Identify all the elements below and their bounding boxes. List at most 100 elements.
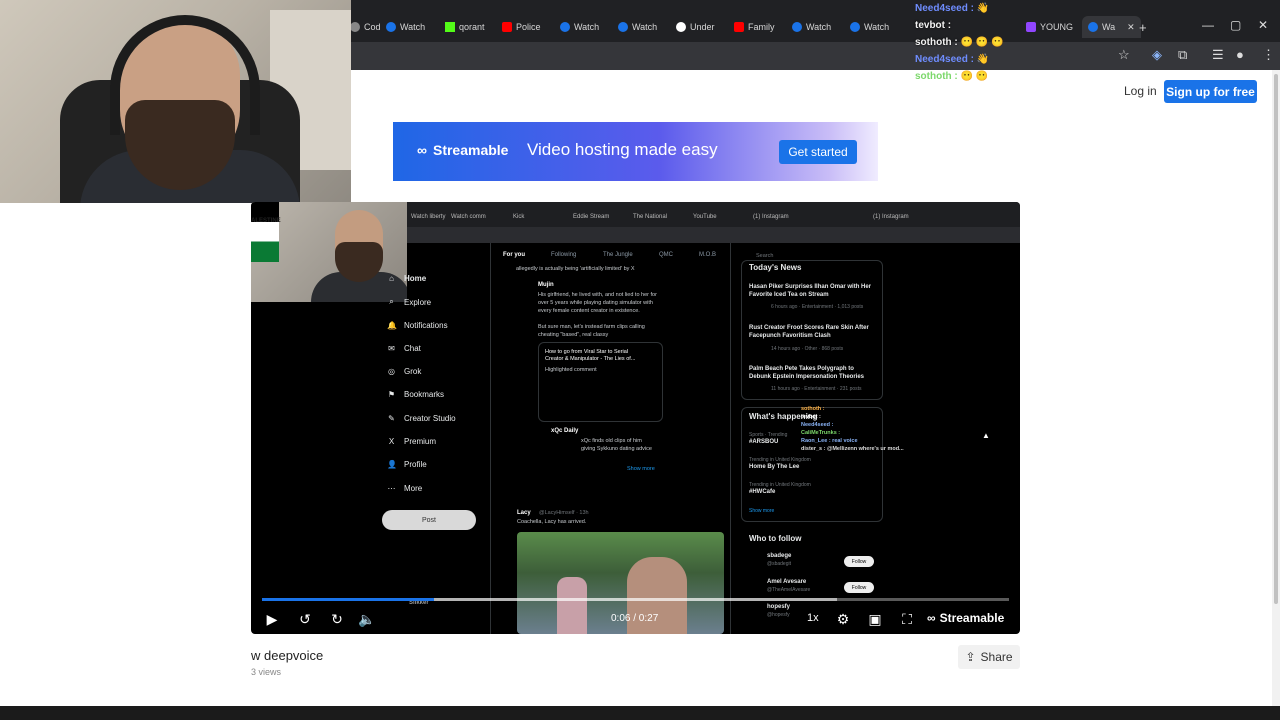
picture-in-picture-icon[interactable]: ▣ [865, 610, 885, 628]
chat-username: Need4seed : [915, 3, 974, 14]
tweet-text: xQc finds old clips of him [581, 438, 642, 444]
extension-icon[interactable]: ◈ [1152, 47, 1162, 63]
tab-close-icon[interactable]: ✕ [1127, 22, 1135, 33]
news-meta: 6 hours ago · Entertainment · 1,013 post… [771, 304, 864, 310]
tab-favicon [676, 22, 686, 32]
tab-label: Wa [1102, 22, 1116, 32]
share-button[interactable]: ⇪ Share [958, 645, 1020, 669]
news-heading: Today's News [749, 263, 802, 272]
tab-favicon [502, 22, 512, 32]
promo-banner[interactable]: ∞ Streamable Video hosting made easy Get … [393, 122, 878, 181]
x-nav-item: ⚑ Bookmarks [387, 390, 444, 399]
video-chat-line: Need4seed : [801, 422, 834, 428]
progress-buffered [433, 598, 838, 601]
quote-title: How to go from Viral Star to Serial [545, 349, 629, 355]
x-nav-label: Explore [404, 297, 432, 307]
suggested-user: hopesfy [767, 604, 791, 610]
browser-tab[interactable]: Watch [850, 16, 889, 38]
browser-tab[interactable]: Family [734, 16, 775, 38]
extensions-puzzle-icon[interactable]: ⧉ [1178, 47, 1187, 63]
reading-list-icon[interactable]: ☰ [1212, 47, 1224, 63]
page-scrollbar[interactable] [1272, 70, 1280, 706]
trend-meta: Trending in United Kingdom [749, 482, 811, 488]
browser-tab[interactable]: Watch [618, 16, 657, 38]
login-link[interactable]: Log in [1124, 84, 1157, 98]
browser-tab[interactable]: Police [502, 16, 541, 38]
news-title: Rust Creator Froot Scores Rare Skin Afte… [749, 325, 869, 331]
volume-icon[interactable]: 🔈 [357, 610, 377, 628]
video-chat-line: CaliMeTrunks : [801, 430, 841, 436]
x-nav-item: ◎ Grok [387, 367, 421, 376]
tweet-media-person [557, 577, 587, 634]
window-maximize-button[interactable]: ▢ [1230, 18, 1241, 32]
tweet-author: Mujin [538, 282, 554, 288]
streamable-logo: ∞ Streamable [417, 142, 508, 158]
browser-tab[interactable]: qorant [445, 16, 485, 38]
bookmark-icon: ⚑ [387, 390, 396, 399]
video-progress-bar[interactable] [262, 598, 1009, 601]
forward-icon[interactable]: ↻ [327, 610, 347, 628]
browser-menu-icon[interactable]: ⋮ [1262, 47, 1275, 63]
browser-tab-active[interactable]: Wa ✕ [1082, 16, 1141, 38]
bookmark-star-icon[interactable]: ☆ [1118, 47, 1130, 63]
x-nav-label: Grok [404, 367, 422, 376]
get-started-button[interactable]: Get started [779, 140, 857, 164]
tab-label: Watch [632, 22, 658, 32]
x-feed-tab: QMC [659, 252, 673, 258]
chat-emote: 👋 [976, 3, 990, 14]
video-tab-label: Watch liberty [411, 214, 446, 220]
window-close-button[interactable]: ✕ [1258, 18, 1268, 32]
tab-favicon [350, 22, 360, 32]
x-nav-label: Notifications [404, 321, 448, 330]
browser-tab[interactable]: Watch [560, 16, 599, 38]
quoted-tweet: How to go from Viral Star to Serial Crea… [538, 342, 663, 422]
browser-tab[interactable]: Under [676, 16, 715, 38]
browser-tab[interactable]: Watch [386, 16, 425, 38]
x-nav-item: X Premium [387, 437, 436, 446]
streamable-logo-icon: ∞ [927, 611, 936, 625]
taskbar [0, 706, 1280, 720]
tweet-text: Coachella, Lacy has arrived. [517, 519, 587, 525]
settings-gear-icon[interactable]: ⚙ [833, 610, 853, 628]
x-feed-tab: M.O.B [699, 252, 717, 258]
video-tab-label: Kick [513, 214, 525, 220]
home-icon: ⌂ [389, 274, 394, 283]
streamable-logo-icon: ∞ [417, 142, 427, 158]
chat-username: sothoth : [915, 37, 958, 48]
video-player[interactable]: Watch liberty Watch comm Kick Eddie Stre… [251, 202, 1020, 634]
tab-label: Watch [864, 22, 890, 32]
x-nav-item: 👤 Profile [387, 460, 427, 469]
headphones-icon [110, 15, 260, 135]
browser-tab[interactable]: Watch [792, 16, 831, 38]
tab-favicon [386, 22, 396, 32]
tweet-text: every female content creator in existenc… [538, 308, 640, 314]
streamable-player-logo[interactable]: ∞ Streamable [927, 611, 1004, 625]
tab-label: Watch [806, 22, 832, 32]
x-feed-tab: Following [551, 252, 577, 258]
tab-favicon [618, 22, 628, 32]
tweet-text: over 5 years while playing dating simula… [538, 300, 653, 306]
chat-emote: 😶 😶 😶 [960, 37, 1004, 48]
x-feed-tab: The Jungle [603, 252, 633, 258]
fullscreen-icon[interactable]: ⛶ [897, 610, 917, 628]
x-nav-item: ✉ Chat [387, 344, 421, 353]
video-tab-label: The National [633, 214, 668, 220]
news-title: Favorite Iced Tea on Stream [749, 292, 829, 298]
signup-button[interactable]: Sign up for free [1164, 80, 1257, 103]
window-minimize-button[interactable]: — [1202, 18, 1214, 32]
new-tab-button[interactable]: + [1139, 16, 1147, 38]
playback-speed-button[interactable]: 1x [807, 612, 819, 624]
chat-emote: 👋 [976, 54, 990, 65]
tweet-text: cheating "based", real classy [538, 332, 609, 338]
x-nav-label: Profile [404, 460, 427, 469]
who-to-follow-heading: Who to follow [749, 534, 802, 543]
browser-tab[interactable]: Cod [350, 16, 381, 38]
play-icon[interactable]: ▶ [262, 610, 282, 628]
streamer-webcam [0, 0, 351, 203]
follow-button: Follow [844, 556, 874, 567]
share-icon: ⇪ [965, 650, 976, 664]
rewind-icon[interactable]: ↺ [295, 610, 315, 628]
profile-avatar-icon[interactable]: ● [1236, 47, 1244, 62]
scrollbar-thumb[interactable] [1274, 74, 1278, 604]
banner-logo-text: Streamable [432, 142, 509, 158]
